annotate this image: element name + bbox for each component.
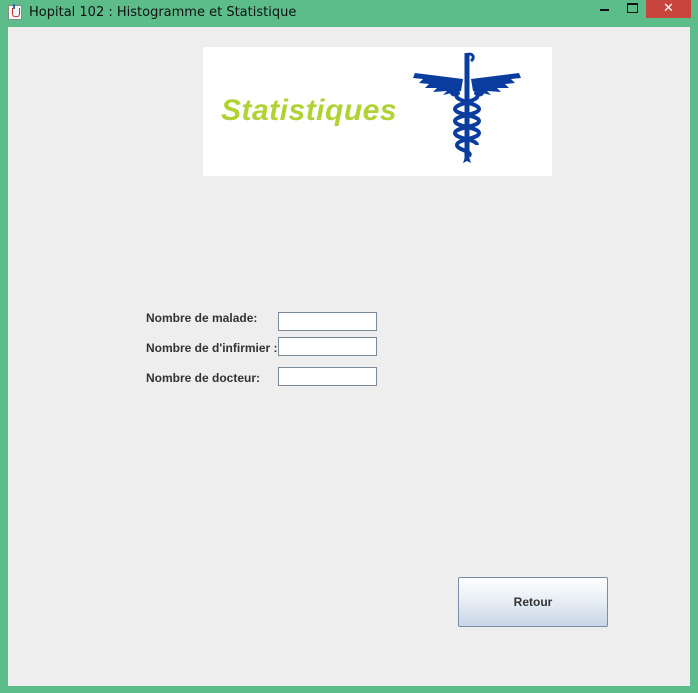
infirmier-label: Nombre de d'infirmier :: [146, 341, 278, 355]
title-bar[interactable]: Hopital 102 : Histogramme et Statistique…: [0, 0, 698, 26]
minimize-button[interactable]: [591, 0, 618, 18]
docteur-input[interactable]: [278, 367, 377, 386]
close-icon: ✕: [663, 1, 674, 16]
close-button[interactable]: ✕: [646, 0, 691, 18]
malade-label: Nombre de malade:: [146, 311, 258, 325]
window-title: Hopital 102 : Histogramme et Statistique: [29, 5, 297, 20]
maximize-button[interactable]: [619, 0, 645, 18]
infirmier-input[interactable]: [278, 337, 377, 356]
java-cup-icon[interactable]: [8, 4, 22, 20]
docteur-label: Nombre de docteur:: [146, 371, 261, 385]
caduceus-icon: [413, 52, 521, 163]
main-panel: Statistiques Nombre de malade: Nombre de…: [8, 27, 690, 686]
malade-input[interactable]: [278, 312, 377, 331]
retour-button[interactable]: Retour: [458, 577, 608, 627]
minimize-icon: [600, 9, 609, 11]
banner-title: Statistiques: [221, 94, 398, 127]
statistics-banner: Statistiques: [203, 47, 552, 176]
maximize-icon: [627, 3, 638, 13]
